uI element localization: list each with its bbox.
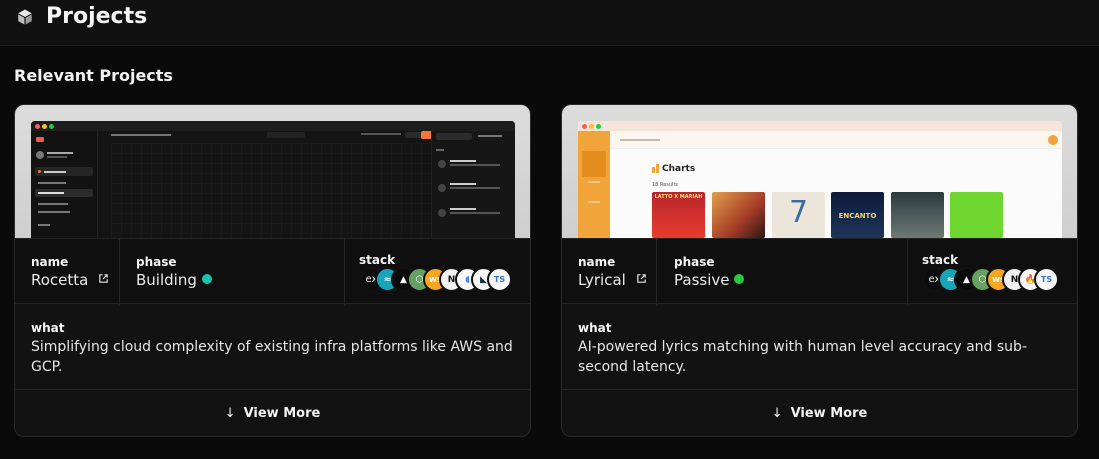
album-cover: 7 xyxy=(772,192,825,238)
album-cover xyxy=(891,192,944,238)
external-link-icon xyxy=(636,274,646,283)
project-name-link[interactable]: Rocetta xyxy=(31,271,109,289)
typescript-icon: TS xyxy=(487,267,512,292)
project-meta-row: name Rocetta phase Building stack ex ≈ ▲ xyxy=(15,238,530,305)
phase-status-dot xyxy=(201,274,212,284)
arrow-down-icon: ↓ xyxy=(224,406,236,421)
stack-label: stack xyxy=(922,253,959,267)
page-title: Projects xyxy=(46,4,148,29)
project-name-link[interactable]: Lyrical xyxy=(578,271,647,289)
name-label: name xyxy=(31,255,69,269)
charts-heading-mock: Charts xyxy=(662,164,696,174)
stack-label: stack xyxy=(359,253,396,267)
project-meta-row: name Lyrical phase Passive stack ex ≈ ▲ xyxy=(562,238,1077,305)
phase-status-dot xyxy=(734,274,745,284)
section-title: Relevant Projects xyxy=(14,66,173,85)
project-card-lyrical: Charts 18 Results LATTO X MARIAH 7 ENCAN… xyxy=(561,104,1078,437)
what-label: what xyxy=(31,321,65,335)
description-text: Simplifying cloud complexity of existing… xyxy=(31,339,513,375)
album-cover xyxy=(950,192,1003,238)
album-cover xyxy=(712,192,765,238)
project-description: what Simplifying cloud complexity of exi… xyxy=(31,321,521,377)
name-label: name xyxy=(578,255,616,269)
project-phase: Passive xyxy=(674,271,745,289)
typescript-icon: TS xyxy=(1034,267,1059,292)
external-link-icon xyxy=(99,274,108,283)
project-card-rocetta: name Rocetta phase Building stack ex ≈ ▲ xyxy=(14,104,531,437)
arrow-down-icon: ↓ xyxy=(771,406,783,421)
description-text: AI-powered lyrics matching with human le… xyxy=(578,339,1027,375)
lyrical-screenshot: Charts 18 Results LATTO X MARIAH 7 ENCAN… xyxy=(578,121,1062,238)
cube-icon xyxy=(18,9,32,25)
what-label: what xyxy=(578,321,612,335)
rocetta-screenshot xyxy=(31,121,515,238)
phase-label: phase xyxy=(674,255,715,269)
view-more-button[interactable]: ↓ View More xyxy=(15,389,530,436)
album-cover: ENCANTO xyxy=(831,192,884,238)
project-preview-image xyxy=(15,105,530,238)
album-cover: LATTO X MARIAH xyxy=(652,192,705,238)
project-phase: Building xyxy=(136,271,212,289)
top-bar: Projects xyxy=(0,0,1099,46)
project-description: what AI-powered lyrics matching with hum… xyxy=(578,321,1068,377)
phase-label: phase xyxy=(136,255,177,269)
view-more-button[interactable]: ↓ View More xyxy=(562,389,1077,436)
project-preview-image: Charts 18 Results LATTO X MARIAH 7 ENCAN… xyxy=(562,105,1077,238)
